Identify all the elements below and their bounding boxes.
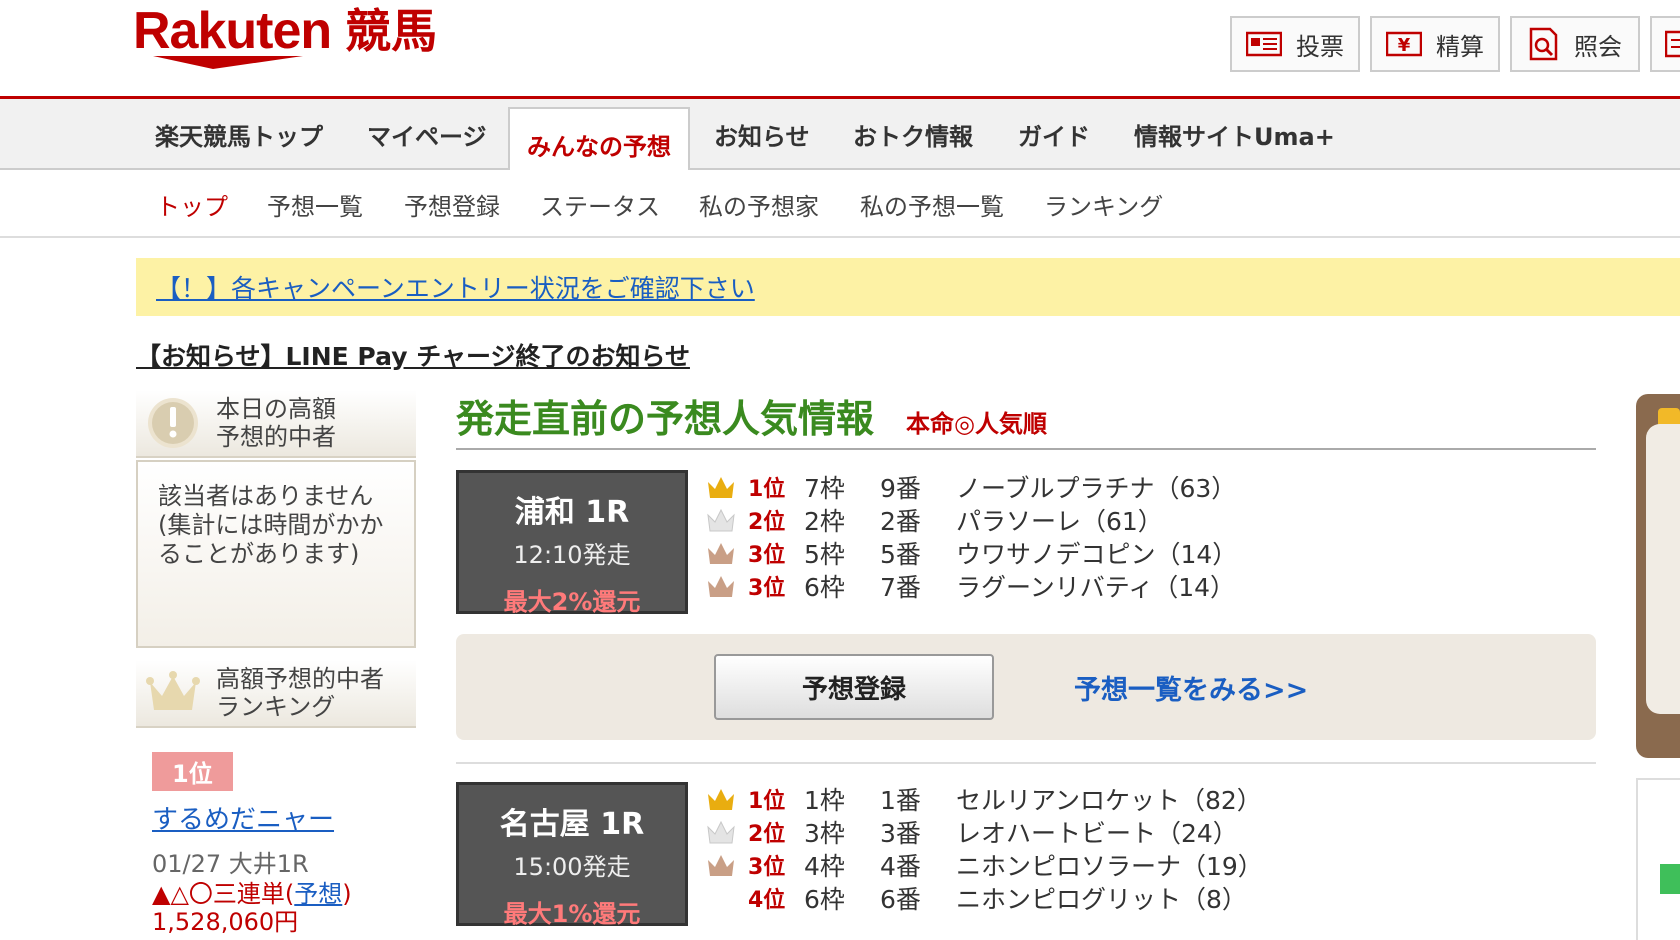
- silver-crown-icon: [707, 508, 735, 531]
- logo-swoosh-icon: [153, 56, 303, 69]
- gold-crown-icon: [708, 476, 734, 498]
- campaign-entry-link[interactable]: 【！】各キャンペーンエントリー状況をご確認下さい: [156, 269, 755, 305]
- today-high-title: 本日の高額 予想的中者: [216, 395, 336, 451]
- sidebar: 本日の高額 予想的中者 該当者はありません(集計には時間がかかることがあります)…: [136, 390, 416, 935]
- pick-row[interactable]: 3位 4枠 4番 ニホンピロソラーナ（19）: [706, 848, 1263, 881]
- today-high-body: 該当者はありません(集計には時間がかかることがあります): [136, 460, 416, 648]
- rank-badge: 1位: [152, 752, 233, 791]
- exclamation-icon: [148, 398, 198, 448]
- logo-keiba: 競馬: [345, 4, 438, 58]
- race-time: 12:10発走: [513, 541, 631, 569]
- snav-item-yoso-register[interactable]: 予想登録: [404, 170, 500, 238]
- snav-item-ranking[interactable]: ランキング: [1044, 170, 1163, 238]
- ranking-user-link[interactable]: するめだニャー: [152, 799, 416, 836]
- svg-text:¥: ¥: [1398, 35, 1411, 56]
- action-bar: 予想登録 予想一覧をみる>>: [456, 634, 1596, 740]
- popularity-section: 発走直前の予想人気情報 本命◎人気順 浦和 1R 12:10発走 最大2%還元 …: [456, 388, 1596, 928]
- vote-label: 投票: [1296, 32, 1344, 61]
- pick-row[interactable]: 3位 5枠 5番 ウワサノデコピン（14）: [706, 536, 1237, 569]
- section-title-row: 発走直前の予想人気情報 本命◎人気順: [456, 388, 1596, 443]
- green-icon[interactable]: [1660, 864, 1680, 894]
- utility-buttons: 投票 ¥ 精算 照会: [1230, 16, 1680, 72]
- ranking-race-meta: 01/27 大井1R: [152, 850, 309, 878]
- yoso-register-button[interactable]: 予想登録: [714, 654, 994, 720]
- vote-button[interactable]: 投票: [1230, 16, 1360, 72]
- race-cashback: 最大2%還元: [503, 588, 641, 616]
- race-cashback: 最大1%還元: [503, 900, 641, 928]
- pick-row[interactable]: 1位 7枠 9番 ノーブルプラチナ（63）: [706, 470, 1237, 503]
- logo-rakuten: Rakuten: [133, 2, 332, 60]
- no-crown-spacer: [706, 885, 736, 911]
- line-pay-news-link[interactable]: 【お知らせ】LINE Pay チャージ終了のお知らせ: [136, 337, 690, 373]
- gold-crown-icon: [708, 788, 734, 810]
- pick-row[interactable]: 2位 2枠 2番 パラソーレ（61）: [706, 503, 1237, 536]
- snav-item-top[interactable]: トップ: [156, 170, 228, 238]
- pick-row[interactable]: 2位 3枠 3番 レオハートビート（24）: [706, 815, 1263, 848]
- search-document-icon: [1529, 27, 1558, 61]
- gnav-item-news[interactable]: お知らせ: [714, 99, 810, 170]
- gnav-item-mypage[interactable]: マイページ: [367, 99, 487, 170]
- race-picks: 1位 7枠 9番 ノーブルプラチナ（63） 2位 2枠 2番 パラソーレ（61） 3位 5枠 5…: [706, 470, 1237, 602]
- ranking-title: 高額予想的中者 ランキング: [216, 665, 384, 721]
- snav-item-my-yoso-list[interactable]: 私の予想一覧: [860, 170, 1004, 238]
- crown-icon: [146, 671, 200, 710]
- snav-item-status[interactable]: ステータス: [540, 170, 660, 238]
- pick-row[interactable]: 3位 6枠 7番 ラグーンリバティ（14）: [706, 569, 1237, 602]
- bronze-crown-icon: [708, 575, 734, 597]
- side-widget[interactable]: [1636, 394, 1680, 758]
- inquiry-button[interactable]: 照会: [1510, 16, 1640, 72]
- pick-row[interactable]: 1位 1枠 1番 セルリアンロケット（82）: [706, 782, 1263, 815]
- bronze-crown-icon: [708, 542, 734, 564]
- race-picks: 1位 1枠 1番 セルリアンロケット（82） 2位 3枠 3番 レオハートビート（24） 3…: [706, 782, 1263, 914]
- section-subtitle: 本命◎人気順: [906, 410, 1047, 438]
- ballot-icon: [1246, 31, 1282, 57]
- gnav-item-deals[interactable]: おトク情報: [853, 99, 973, 170]
- ranking-yoso-link[interactable]: 予想: [294, 880, 342, 908]
- gnav-item-top[interactable]: 楽天競馬トップ: [155, 99, 323, 170]
- today-high-header: 本日の高額 予想的中者: [136, 390, 416, 458]
- site-header: Rakuten 競馬 投票 ¥ 精算 照会: [0, 0, 1680, 99]
- inquiry-label: 照会: [1574, 32, 1622, 61]
- race-divider: [456, 762, 1596, 764]
- global-nav: 楽天競馬トップ マイページ みんなの予想 お知らせ おトク情報 ガイド 情報サイ…: [0, 99, 1680, 180]
- settlement-button[interactable]: ¥ 精算: [1370, 16, 1500, 72]
- pick-row[interactable]: 4位 6枠 6番 ニホンピログリット（8）: [706, 881, 1263, 914]
- sub-nav: トップ 予想一覧 予想登録 ステータス 私の予想家 私の予想一覧 ランキング: [0, 170, 1680, 238]
- race-info-box[interactable]: 浦和 1R 12:10発走 最大2%還元: [456, 470, 688, 616]
- ranking-bet-type: ▲△〇三連単(予想): [152, 880, 352, 908]
- side-widget-panel: [1646, 424, 1680, 714]
- side-box: [1636, 778, 1680, 940]
- snav-item-yoso-list[interactable]: 予想一覧: [267, 170, 363, 238]
- gnav-item-umaplus[interactable]: 情報サイトUma+: [1134, 99, 1335, 170]
- race-name: 名古屋 1R: [499, 807, 645, 842]
- title-divider: [456, 448, 1596, 450]
- settlement-label: 精算: [1436, 32, 1484, 61]
- more-button[interactable]: [1650, 16, 1680, 72]
- campaign-notice-banner: 【！】各キャンペーンエントリー状況をご確認下さい: [136, 258, 1680, 316]
- ranking-payout: 1,528,060円: [152, 908, 299, 936]
- rakuten-keiba-logo[interactable]: Rakuten 競馬: [133, 2, 437, 72]
- section-title: 発走直前の予想人気情報: [456, 397, 875, 441]
- list-icon: [1665, 30, 1680, 58]
- bronze-crown-icon: [708, 854, 734, 876]
- yen-icon: ¥: [1386, 31, 1422, 57]
- silver-crown-icon: [707, 820, 735, 843]
- race-info-box[interactable]: 名古屋 1R 15:00発走 最大1%還元: [456, 782, 688, 928]
- race-name: 浦和 1R: [514, 495, 630, 530]
- race-time: 15:00発走: [513, 853, 631, 881]
- gnav-item-guide[interactable]: ガイド: [1018, 99, 1090, 170]
- yoso-list-link[interactable]: 予想一覧をみる>>: [1074, 634, 1308, 740]
- snav-item-my-forecasters[interactable]: 私の予想家: [699, 170, 819, 238]
- ranking-header[interactable]: 高額予想的中者 ランキング: [136, 660, 416, 728]
